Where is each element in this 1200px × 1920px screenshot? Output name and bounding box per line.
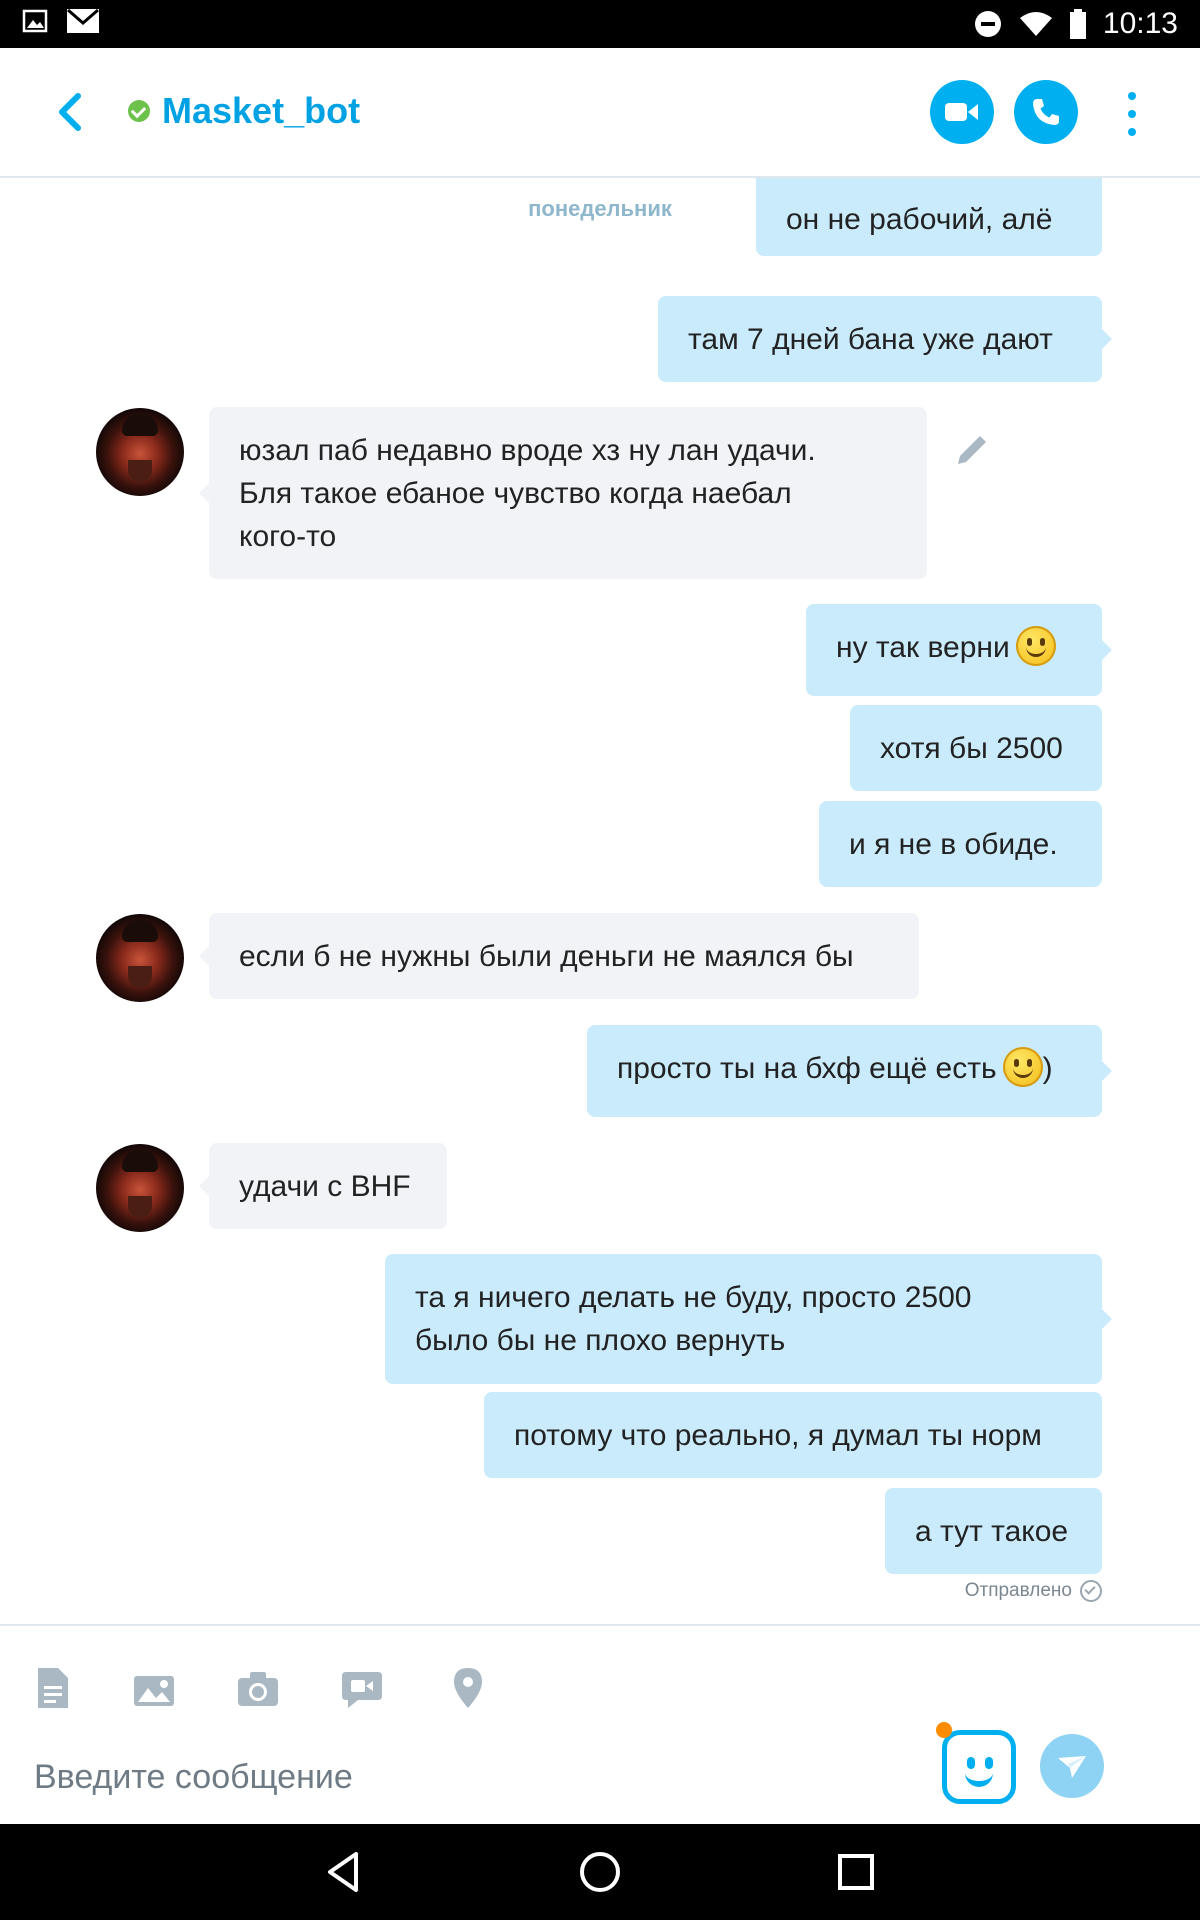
mail-notification-icon [67, 8, 99, 33]
emoticon-eye-icon [985, 1757, 993, 1769]
contact-name[interactable]: Masket_bot [162, 90, 360, 132]
delivery-status-text: Отправлено [964, 1580, 1072, 1601]
message-outgoing[interactable]: просто ты на бхф ещё есть) [587, 1025, 1112, 1117]
message-outgoing[interactable]: потому что реально, я думал ты норм [484, 1392, 1102, 1478]
status-bar: 10:13 [0, 0, 1200, 48]
message-incoming[interactable]: удачи с BHF [199, 1143, 447, 1229]
message-outgoing[interactable]: там 7 дней бана уже дают [658, 296, 1112, 382]
message-text: ну так верни [836, 631, 1010, 664]
message-composer [0, 1624, 1200, 1826]
gallery-notification-icon [22, 9, 48, 33]
send-button[interactable] [1040, 1734, 1104, 1798]
contact-avatar[interactable] [96, 408, 184, 496]
sent-check-icon [1080, 1580, 1102, 1602]
delivery-status: Отправлено [965, 1580, 1102, 1602]
online-status-icon [128, 100, 150, 122]
message-text: ) [1042, 1052, 1053, 1085]
message-text: просто ты на бхф ещё есть [617, 1052, 997, 1085]
contact-avatar[interactable] [96, 1144, 184, 1232]
message-outgoing[interactable]: хотя бы 2500 [850, 705, 1102, 791]
emoticon-mouth-icon [965, 1773, 993, 1787]
video-camera-icon [945, 103, 978, 121]
emoticon-picker-button[interactable] [942, 1730, 1016, 1804]
system-navigation-bar [0, 1824, 1200, 1920]
more-dot-icon [1128, 110, 1136, 118]
video-call-button[interactable] [930, 80, 994, 144]
battery-icon [1069, 9, 1086, 39]
edited-pencil-icon [958, 436, 986, 464]
more-dot-icon [1128, 92, 1136, 100]
send-arrow-icon [1058, 1756, 1086, 1778]
smile-emoji-icon [1015, 626, 1056, 667]
clock: 10:13 [1102, 7, 1178, 40]
message-list[interactable]: он не рабочий, алё понедельник там 7 дне… [0, 178, 1200, 1624]
day-separator: понедельник [0, 196, 1200, 222]
nav-recents-icon[interactable] [830, 1846, 882, 1898]
more-options-button[interactable] [1122, 92, 1142, 136]
message-outgoing[interactable]: и я не в обиде. [819, 801, 1102, 887]
nav-home-icon[interactable] [574, 1846, 626, 1898]
message-incoming[interactable]: юзал паб недавно вроде хз ну лан удачи. … [199, 407, 927, 579]
video-message-icon[interactable] [340, 1666, 384, 1710]
phone-icon [1033, 99, 1059, 125]
smile-emoji-icon [1002, 1047, 1043, 1088]
photo-gallery-icon[interactable] [132, 1666, 176, 1710]
more-dot-icon [1128, 128, 1136, 136]
location-icon[interactable] [446, 1666, 490, 1710]
back-arrow-icon[interactable] [50, 90, 90, 134]
message-outgoing[interactable]: а тут такое [885, 1488, 1102, 1574]
camera-icon[interactable] [236, 1666, 280, 1710]
message-outgoing[interactable]: та я ничего делать не буду, просто 2500 … [385, 1254, 1112, 1384]
chat-header: Masket_bot [0, 48, 1200, 178]
message-incoming[interactable]: если б не нужны были деньги не маялся бы [199, 913, 919, 999]
message-input[interactable] [32, 1746, 916, 1808]
nav-back-icon[interactable] [318, 1846, 370, 1898]
contact-avatar[interactable] [96, 914, 184, 1002]
audio-call-button[interactable] [1014, 80, 1078, 144]
wifi-icon [1019, 12, 1052, 36]
emoticon-eye-icon [967, 1757, 975, 1769]
new-emoticons-badge [936, 1722, 952, 1738]
file-icon[interactable] [30, 1666, 74, 1710]
do-not-disturb-icon [974, 11, 1001, 37]
message-outgoing[interactable]: ну так верни [806, 604, 1112, 696]
